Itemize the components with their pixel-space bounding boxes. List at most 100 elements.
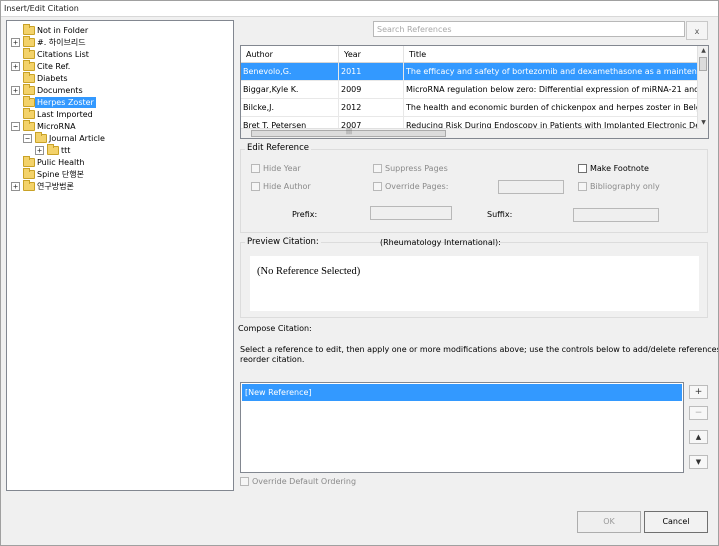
scroll-up-icon[interactable]: ▲ [699,46,708,55]
folder-icon [23,24,35,35]
table-row[interactable]: Benevolo,G. 2011 The efficacy and safety… [241,63,699,81]
scroll-down-icon[interactable]: ▼ [699,118,708,127]
column-header-year[interactable]: Year [339,46,404,63]
override-ordering-checkbox[interactable]: Override Default Ordering [240,477,356,486]
cancel-button[interactable]: Cancel [644,511,708,533]
folder-icon [23,48,35,59]
scroll-thumb[interactable] [699,57,707,71]
tree-item-label: Last Imported [37,109,93,119]
cell-year: 2012 [339,99,404,117]
folder-icon [23,156,35,167]
cell-author: Biggar,Kyle K. [241,81,339,99]
folder-icon [23,96,35,107]
checkbox-box [373,182,382,191]
tree-item-label: #. 하이브리드 [37,37,86,47]
suppress-pages-checkbox[interactable]: Suppress Pages [373,164,448,173]
expand-icon[interactable]: + [11,62,20,71]
move-down-button[interactable]: ▼ [689,455,708,469]
clear-search-button[interactable]: x [686,21,708,40]
checkbox-box [240,477,249,486]
tree-item-label: Cite Ref. [37,61,71,71]
cell-title: MicroRNA regulation below zero: Differen… [406,85,699,94]
folder-icon [23,84,35,95]
tree-item-label: MicroRNA [37,121,76,131]
compose-title: Compose Citation: [238,324,312,333]
checkbox-label: Suppress Pages [385,164,448,173]
tree-item-label: Diabets [37,73,68,83]
folder-icon [23,36,35,47]
suffix-field[interactable] [573,208,659,222]
cell-title: The health and economic burden of chicke… [406,103,699,112]
compose-list[interactable]: [New Reference] [240,382,684,473]
checkbox-box [251,182,260,191]
folder-icon [23,120,35,131]
folder-icon [23,60,35,71]
column-header-title[interactable]: Title [404,46,699,63]
folder-tree[interactable]: Not in Folder + #. 하이브리드 Citations List … [6,20,234,491]
checkbox-box [578,182,587,191]
hide-author-checkbox[interactable]: Hide Author [251,182,311,191]
cell-author: Benevolo,G. [241,63,339,81]
suffix-label: Suffix: [487,210,513,219]
checkbox-label: Hide Year [263,164,301,173]
compose-instructions: Select a reference to edit, then apply o… [240,345,719,354]
hide-year-checkbox[interactable]: Hide Year [251,164,301,173]
tree-item-label: Journal Article [49,133,105,143]
tree-item-label: Pulic Health [37,157,85,167]
expand-icon[interactable]: + [11,182,20,191]
preview-title: Preview Citation: [245,237,321,247]
checkbox-label: Override Default Ordering [252,477,357,486]
vertical-scrollbar[interactable]: ▲ ▼ [697,46,708,138]
folder-icon [23,180,35,191]
column-header-author[interactable]: Author [241,46,339,63]
tree-item-label: Spine 단행본 [37,169,84,179]
expand-icon[interactable]: + [11,86,20,95]
folder-icon [23,72,35,83]
table-row[interactable]: Biggar,Kyle K. 2009 MicroRNA regulation … [241,81,699,99]
preview-text: (No Reference Selected) [257,266,361,277]
scroll-thumb[interactable]: ||| [251,128,446,137]
search-input[interactable] [373,21,685,37]
checkbox-label: Make Footnote [590,164,649,173]
folder-icon [23,168,35,179]
override-pages-checkbox[interactable]: Override Pages: [373,182,448,191]
tree-item-label: Not in Folder [37,25,89,35]
ok-button[interactable]: OK [577,511,641,533]
cell-year: 2011 [339,63,404,81]
tree-item-label: Documents [37,85,83,95]
add-reference-button[interactable]: + [689,385,708,399]
collapse-icon[interactable]: − [11,122,20,131]
override-pages-field[interactable] [498,180,564,194]
checkbox-box [578,164,587,173]
checkbox-box [373,164,382,173]
expand-icon[interactable]: + [35,146,44,155]
remove-reference-button[interactable]: − [689,406,708,420]
tree-item-label: ttt [61,145,71,155]
preview-style-name: (Rheumatology International): [380,238,501,247]
scroll-grip: ||| [346,128,353,135]
reference-table[interactable]: Author Year Title Benevolo,G. 2011 The e… [240,45,709,139]
edit-reference-title: Edit Reference [245,143,311,153]
collapse-icon[interactable]: − [23,134,32,143]
cell-year: 2009 [339,81,404,99]
tree-item-label: Citations List [37,49,89,59]
table-row[interactable]: Bilcke,J. 2012 The health and economic b… [241,99,699,117]
bibliography-only-checkbox[interactable]: Bibliography only [578,182,660,191]
prefix-label: Prefix: [292,210,318,219]
compose-instructions-cont: reorder citation. [240,355,305,364]
folder-icon [35,132,47,143]
checkbox-label: Hide Author [263,182,311,191]
preview-box: (No Reference Selected) [250,256,699,311]
list-item[interactable]: [New Reference] [242,384,682,401]
tree-item-label: 연구방법론 [37,181,74,191]
prefix-field[interactable] [370,206,452,220]
horizontal-scrollbar[interactable]: ||| [241,128,699,138]
expand-icon[interactable]: + [11,38,20,47]
checkbox-box [251,164,260,173]
folder-icon [23,108,35,119]
cell-title: The efficacy and safety of bortezomib an… [406,67,699,76]
tree-item-label: Herpes Zoster [35,96,96,108]
checkbox-label: Override Pages: [385,182,449,191]
make-footnote-checkbox[interactable]: Make Footnote [578,164,649,173]
move-up-button[interactable]: ▲ [689,430,708,444]
